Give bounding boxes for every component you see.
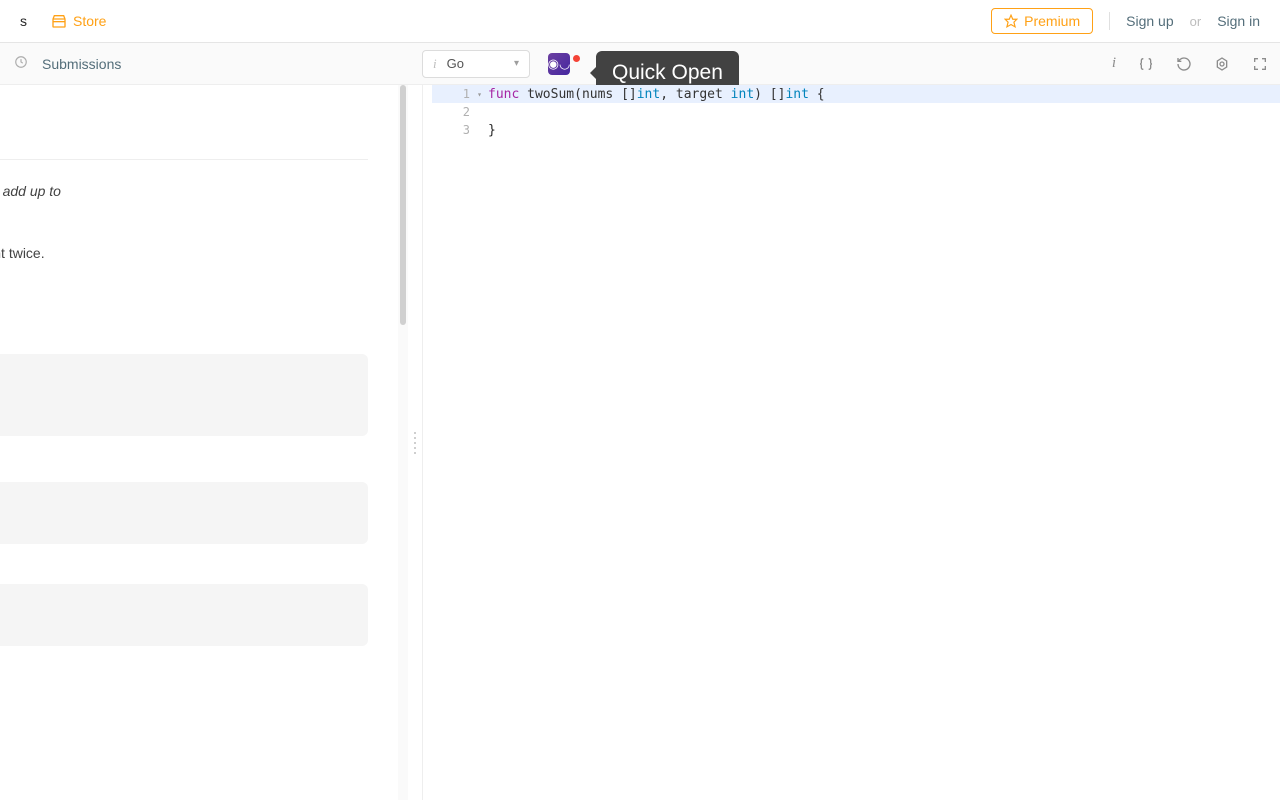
braces-icon[interactable] <box>1138 56 1154 72</box>
separator <box>1109 12 1110 30</box>
info-icon[interactable]: i <box>1112 55 1116 72</box>
line-number: 2 <box>432 105 478 119</box>
settings-icon[interactable] <box>1214 56 1230 72</box>
chevron-down-icon: ▾ <box>514 58 519 69</box>
submissions-tab[interactable]: Submissions <box>42 56 121 72</box>
clock-icon <box>14 55 28 72</box>
description-pane: dices of the two numbers such that they … <box>0 85 408 800</box>
fold-icon[interactable]: ▾ <box>477 90 482 99</box>
divider <box>0 159 368 160</box>
line-number: 1▾ <box>432 87 478 101</box>
reset-icon[interactable] <box>1176 56 1192 72</box>
copilot-icon: ◉◡ <box>548 53 570 75</box>
nav-truncated-tab[interactable]: s <box>20 13 27 29</box>
main-split: dices of the two numbers such that they … <box>0 85 1280 800</box>
copilot-button[interactable]: ◉◡ <box>548 53 570 75</box>
store-label: Store <box>73 13 106 29</box>
nav-right: Premium Sign up or Sign in <box>991 8 1260 34</box>
description-scrollbar[interactable] <box>398 85 408 800</box>
example-box-3 <box>0 584 368 646</box>
code-line[interactable]: 3} <box>432 121 1280 139</box>
problem-text-1: dices of the two numbers such that they … <box>0 180 368 204</box>
signup-link[interactable]: Sign up <box>1126 13 1173 29</box>
store-link[interactable]: Store <box>51 13 106 29</box>
description-tabs: Submissions <box>0 43 410 84</box>
code-editor[interactable]: 1▾func twoSum(nums []int, target int) []… <box>432 85 1280 800</box>
example-box-1: rn [0, 1]. <box>0 354 368 436</box>
premium-button[interactable]: Premium <box>991 8 1093 34</box>
line-number: 3 <box>432 123 478 137</box>
italic-i-icon: i <box>433 56 437 72</box>
description-content: dices of the two numbers such that they … <box>0 85 380 646</box>
code-line[interactable]: 1▾func twoSum(nums []int, target int) []… <box>432 85 1280 103</box>
signin-link[interactable]: Sign in <box>1217 13 1260 29</box>
code-line[interactable]: 2 <box>432 103 1280 121</box>
drag-handle-icon <box>414 432 416 454</box>
nav-left: s Store <box>20 13 106 29</box>
language-select[interactable]: i Go ▾ <box>422 50 530 78</box>
or-separator: or <box>1190 14 1202 29</box>
code-content: } <box>478 123 496 138</box>
scrollbar-thumb[interactable] <box>400 85 406 325</box>
language-name: Go <box>447 56 504 71</box>
premium-label: Premium <box>1024 13 1080 29</box>
editor-toolbar: i Go ▾ ◉◡ i <box>410 43 1280 84</box>
example-box-2 <box>0 482 368 544</box>
store-icon <box>51 13 67 29</box>
editor-left-border <box>422 85 432 800</box>
code-content: func twoSum(nums []int, target int) []in… <box>478 87 825 102</box>
notification-dot-icon <box>573 55 580 62</box>
split-handle[interactable] <box>408 85 422 800</box>
fullscreen-icon[interactable] <box>1252 56 1268 72</box>
star-icon <box>1004 14 1018 28</box>
top-nav: s Store Premium Sign up or Sign in <box>0 0 1280 43</box>
problem-text-2: , and you may not use the same element t… <box>0 242 368 266</box>
editor-actions: i <box>1112 55 1268 72</box>
